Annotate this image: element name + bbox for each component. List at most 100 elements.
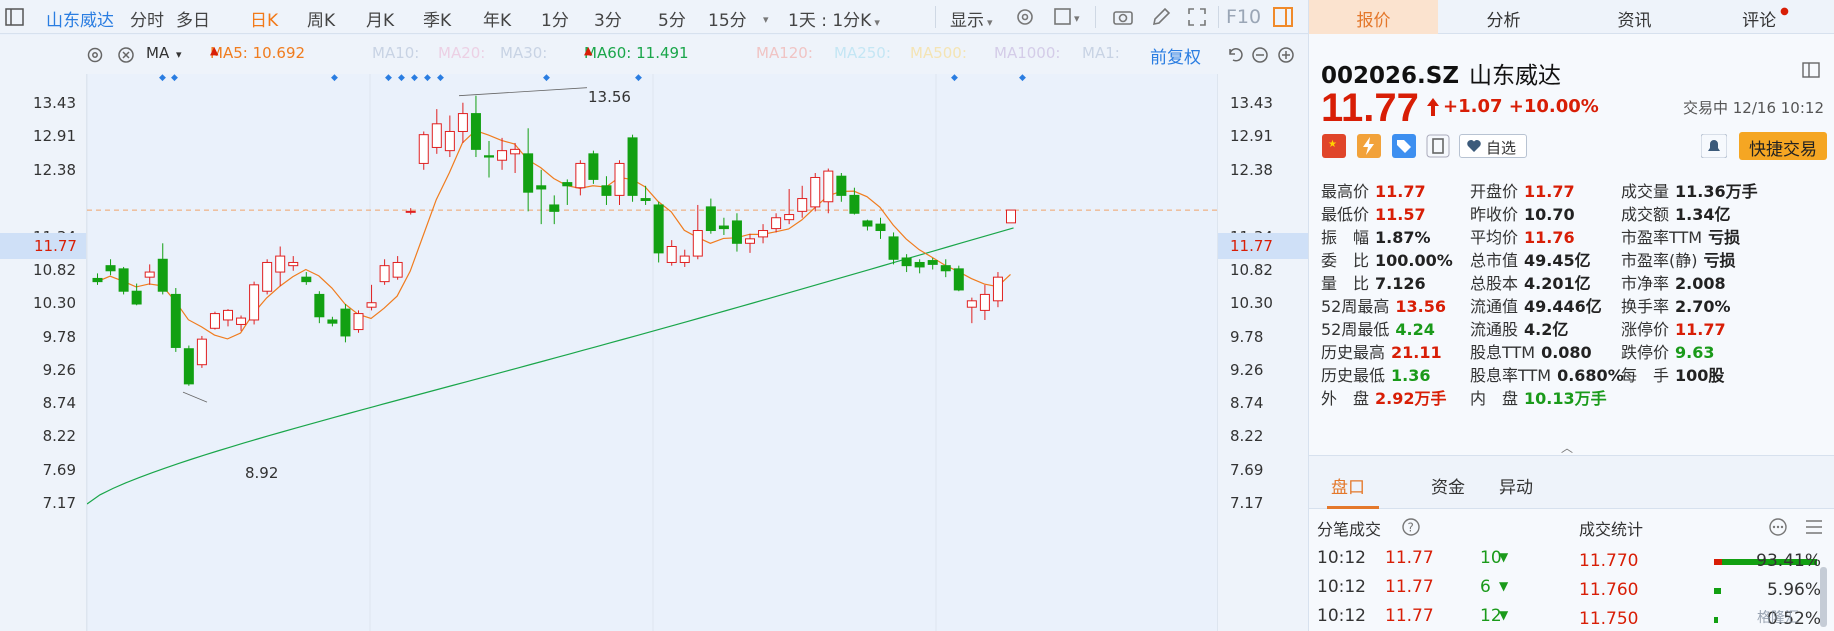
candle-body bbox=[223, 309, 233, 321]
candle-body bbox=[627, 137, 638, 196]
candle-body bbox=[914, 261, 925, 268]
sub-tabs: 盘口 资金 异动 bbox=[1309, 455, 1834, 509]
period-tab[interactable]: 年K bbox=[483, 6, 511, 31]
period-tab[interactable]: 15分 bbox=[708, 6, 747, 31]
tab-news[interactable]: 资讯 bbox=[1569, 0, 1700, 34]
tab-fundflow[interactable]: 资金 bbox=[1431, 473, 1465, 498]
period-tab[interactable]: 1分 bbox=[541, 6, 569, 31]
tab-comments[interactable]: 评论 ● bbox=[1700, 0, 1831, 34]
candle-body bbox=[927, 260, 938, 265]
period-tab[interactable]: 季K bbox=[423, 6, 451, 31]
zoom-in-icon[interactable] bbox=[1276, 45, 1296, 65]
close-indicator-icon[interactable] bbox=[116, 45, 136, 65]
candle-body bbox=[1006, 209, 1016, 224]
last-price: 11.77 bbox=[1321, 86, 1419, 130]
price-axis-label: 13.43 bbox=[33, 94, 76, 112]
current-price-tag-left: 11.77 bbox=[0, 233, 86, 259]
camera-icon[interactable] bbox=[1112, 6, 1134, 28]
price-axis-label: 8.22 bbox=[42, 427, 76, 445]
ma1-value: MA1: bbox=[1082, 44, 1120, 62]
sidebar-toggle-icon[interactable] bbox=[4, 6, 26, 28]
stat-item: 内 盘 10.13万手 bbox=[1470, 389, 1607, 408]
f10-button[interactable]: F10 bbox=[1226, 6, 1261, 28]
candlestick-plot[interactable]: ◆ ◆ ◆ ◆ ◆ ◆ ◆ ◆ ◆ ◆ ◆ ◆ bbox=[86, 73, 1219, 631]
tab-analysis[interactable]: 分析 bbox=[1438, 0, 1569, 34]
low-leader-line bbox=[182, 391, 208, 403]
china-flag-icon: ★ bbox=[1322, 134, 1346, 158]
chevron-down-icon[interactable]: ▾ bbox=[176, 48, 182, 61]
pen-draw-icon[interactable] bbox=[1150, 6, 1172, 28]
stat-item: 外 盘 2.92万手 bbox=[1321, 389, 1447, 408]
period-tab[interactable]: 周K bbox=[307, 6, 335, 31]
period-tab[interactable]: 分时 bbox=[130, 6, 164, 31]
stat-item: 最低价 11.57 bbox=[1321, 205, 1426, 224]
arrow-up-icon bbox=[1427, 98, 1439, 116]
tab-quote[interactable]: 报价 bbox=[1309, 0, 1438, 34]
period-tab[interactable]: 3分 bbox=[594, 6, 622, 31]
price-axis-label: 12.38 bbox=[1230, 161, 1273, 179]
period-tab[interactable]: 月K bbox=[366, 6, 394, 31]
chart-toolbar: 山东威达 分时 多日 日K 周K 月K 季K 年K 1分 3分 5分 15分 ▾ 1天 : 1分K ▾ … bbox=[0, 0, 1308, 34]
period-tab[interactable]: 5分 bbox=[658, 6, 686, 31]
indicator-settings-icon[interactable] bbox=[85, 45, 105, 65]
chevron-down-icon[interactable]: ▾ bbox=[763, 13, 769, 26]
event-marker: ◆ bbox=[159, 74, 166, 83]
stat-item: 涨停价 11.77 bbox=[1621, 320, 1726, 339]
ma-type-select[interactable]: MA bbox=[146, 44, 169, 62]
lightning-icon[interactable] bbox=[1357, 134, 1381, 158]
price-axis-label: 7.69 bbox=[42, 461, 76, 479]
stat-item: 历史最高 21.11 bbox=[1321, 343, 1442, 362]
price-axis-label: 8.22 bbox=[1230, 427, 1264, 445]
chevron-down-icon[interactable]: ▾ bbox=[1074, 12, 1080, 25]
event-marker: ◆ bbox=[331, 74, 338, 83]
display-menu[interactable]: 显示 ▾ bbox=[950, 6, 993, 31]
quote-tabs: 报价 分析 资讯 评论 ● bbox=[1309, 0, 1834, 34]
candle-body bbox=[940, 265, 951, 272]
tick-price: 11.77 bbox=[1385, 577, 1434, 597]
stock-name-tab[interactable]: 山东威达 bbox=[46, 6, 114, 31]
candle-body bbox=[379, 265, 390, 283]
tag-icon[interactable] bbox=[1392, 134, 1416, 158]
candle-body bbox=[901, 257, 912, 267]
candle-body bbox=[405, 210, 416, 213]
panel-toggle-icon[interactable] bbox=[1272, 6, 1294, 28]
candle-body bbox=[731, 220, 742, 244]
settings-gear-icon[interactable] bbox=[1014, 6, 1036, 28]
price-axis-label: 12.38 bbox=[33, 161, 76, 179]
undo-icon[interactable] bbox=[1225, 45, 1245, 65]
quick-trade-button[interactable]: 快捷交易 bbox=[1739, 132, 1827, 160]
interval-select[interactable]: 1天 : 1分K ▾ bbox=[788, 6, 880, 31]
tab-orderbook[interactable]: 盘口 bbox=[1331, 473, 1365, 498]
help-icon[interactable]: ? bbox=[1401, 517, 1421, 537]
period-tab[interactable]: 多日 bbox=[176, 6, 210, 31]
stat-item: 每 手 100股 bbox=[1621, 366, 1725, 385]
period-low-label: 8.92 bbox=[245, 464, 279, 482]
add-watchlist-button[interactable]: 自选 bbox=[1459, 134, 1527, 158]
dist-percent: 5.96% bbox=[1766, 580, 1821, 600]
square-tool-icon[interactable] bbox=[1052, 6, 1074, 28]
candle-body bbox=[118, 268, 129, 292]
candle-body bbox=[236, 317, 247, 325]
list-icon[interactable] bbox=[1803, 517, 1825, 537]
layout-icon[interactable] bbox=[1801, 60, 1821, 80]
adjust-mode-button[interactable]: 前复权 bbox=[1150, 43, 1201, 68]
candle-body bbox=[758, 230, 769, 238]
tab-anomaly[interactable]: 异动 bbox=[1499, 473, 1533, 498]
candle-body bbox=[457, 113, 468, 132]
collapse-chevron-icon[interactable]: ︿ bbox=[1561, 439, 1573, 456]
ma120-value: MA120: bbox=[756, 44, 813, 62]
alert-bell-icon[interactable] bbox=[1700, 133, 1728, 159]
price-axis-label: 9.26 bbox=[1230, 361, 1264, 379]
fullscreen-icon[interactable] bbox=[1186, 6, 1208, 28]
zoom-out-icon[interactable] bbox=[1250, 45, 1270, 65]
kline-svg: ◆ ◆ ◆ ◆ ◆ ◆ ◆ ◆ ◆ ◆ ◆ ◆ bbox=[86, 73, 1219, 631]
stock-title: 002026.SZ 山东威达 bbox=[1321, 63, 1561, 89]
candle-body bbox=[953, 268, 964, 291]
note-icon[interactable] bbox=[1426, 134, 1450, 158]
stat-item: 股息率TTM 0.680% bbox=[1470, 366, 1624, 385]
ma30-value: MA30: bbox=[500, 44, 548, 62]
period-tab[interactable]: 日K bbox=[250, 6, 278, 31]
scrollbar[interactable] bbox=[1820, 567, 1827, 627]
more-options-icon[interactable] bbox=[1767, 517, 1789, 537]
price-axis-label: 7.69 bbox=[1230, 461, 1264, 479]
